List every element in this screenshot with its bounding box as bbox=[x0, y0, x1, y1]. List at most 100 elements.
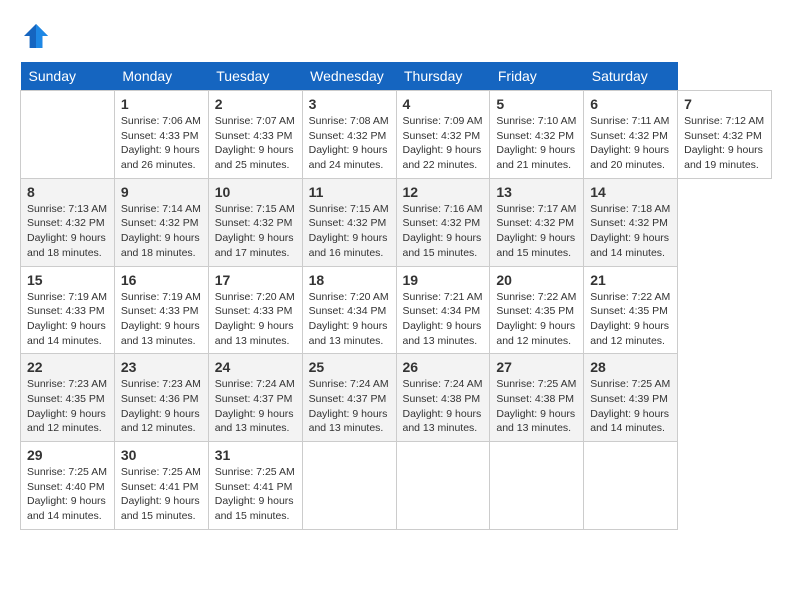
cal-cell: 6Sunrise: 7:11 AMSunset: 4:32 PMDaylight… bbox=[584, 91, 678, 179]
cell-text: Sunrise: 7:13 AMSunset: 4:32 PMDaylight:… bbox=[27, 203, 107, 259]
cell-text: Sunrise: 7:24 AMSunset: 4:37 PMDaylight:… bbox=[215, 378, 295, 434]
day-number: 17 bbox=[215, 272, 296, 288]
cal-cell bbox=[21, 91, 115, 179]
weekday-header-friday: Friday bbox=[490, 62, 584, 91]
cal-cell: 26 Sunrise: 7:24 AMSunset: 4:38 PMDayligh… bbox=[396, 354, 490, 442]
cell-text: Sunrise: 7:25 AMSunset: 4:39 PMDaylight:… bbox=[590, 378, 670, 434]
cal-cell: 10 Sunrise: 7:15 AMSunset: 4:32 PMDayligh… bbox=[208, 178, 302, 266]
day-number: 11 bbox=[309, 184, 390, 200]
cal-cell: 9 Sunrise: 7:14 AMSunset: 4:32 PMDaylight… bbox=[114, 178, 208, 266]
cal-cell bbox=[396, 442, 490, 530]
cal-cell: 1 Sunrise: 7:06 AMSunset: 4:33 PMDaylight… bbox=[114, 91, 208, 179]
weekday-header-saturday: Saturday bbox=[584, 62, 678, 91]
cal-cell: 12 Sunrise: 7:16 AMSunset: 4:32 PMDayligh… bbox=[396, 178, 490, 266]
week-row-4: 29 Sunrise: 7:25 AMSunset: 4:40 PMDayligh… bbox=[21, 442, 772, 530]
day-number: 31 bbox=[215, 447, 296, 463]
day-number: 22 bbox=[27, 359, 108, 375]
cell-text: Sunrise: 7:22 AMSunset: 4:35 PMDaylight:… bbox=[590, 291, 670, 347]
cell-text: Sunrise: 7:08 AMSunset: 4:32 PMDaylight:… bbox=[309, 115, 389, 171]
cal-cell: 23Sunrise: 7:23 AMSunset: 4:36 PMDayligh… bbox=[114, 354, 208, 442]
cal-cell: 31 Sunrise: 7:25 AMSunset: 4:41 PMDayligh… bbox=[208, 442, 302, 530]
cell-text: Sunrise: 7:25 AMSunset: 4:41 PMDaylight:… bbox=[215, 466, 295, 522]
weekday-header-wednesday: Wednesday bbox=[302, 62, 396, 91]
cell-text: Sunrise: 7:14 AMSunset: 4:32 PMDaylight:… bbox=[121, 203, 201, 259]
cal-cell: 27 Sunrise: 7:25 AMSunset: 4:38 PMDayligh… bbox=[490, 354, 584, 442]
day-number: 10 bbox=[215, 184, 296, 200]
cal-cell: 7 Sunrise: 7:12 AMSunset: 4:32 PMDaylight… bbox=[678, 91, 772, 179]
cell-text: Sunrise: 7:07 AMSunset: 4:33 PMDaylight:… bbox=[215, 115, 295, 171]
week-row-1: 8 Sunrise: 7:13 AMSunset: 4:32 PMDaylight… bbox=[21, 178, 772, 266]
cal-cell: 30 Sunrise: 7:25 AMSunset: 4:41 PMDayligh… bbox=[114, 442, 208, 530]
cal-cell: 24 Sunrise: 7:24 AMSunset: 4:37 PMDayligh… bbox=[208, 354, 302, 442]
day-number: 25 bbox=[309, 359, 390, 375]
day-number: 16 bbox=[121, 272, 202, 288]
day-number: 30 bbox=[121, 447, 202, 463]
cal-cell: 8 Sunrise: 7:13 AMSunset: 4:32 PMDaylight… bbox=[21, 178, 115, 266]
cal-cell: 4Sunrise: 7:09 AMSunset: 4:32 PMDaylight… bbox=[396, 91, 490, 179]
day-number: 28 bbox=[590, 359, 671, 375]
week-row-3: 22 Sunrise: 7:23 AMSunset: 4:35 PMDayligh… bbox=[21, 354, 772, 442]
page-header bbox=[20, 20, 772, 52]
day-number: 27 bbox=[496, 359, 577, 375]
day-number: 14 bbox=[590, 184, 671, 200]
weekday-header-tuesday: Tuesday bbox=[208, 62, 302, 91]
cell-text: Sunrise: 7:15 AMSunset: 4:32 PMDaylight:… bbox=[309, 203, 389, 259]
cal-cell: 2Sunrise: 7:07 AMSunset: 4:33 PMDaylight… bbox=[208, 91, 302, 179]
cal-cell bbox=[490, 442, 584, 530]
cal-cell: 21 Sunrise: 7:22 AMSunset: 4:35 PMDayligh… bbox=[584, 266, 678, 354]
cell-text: Sunrise: 7:18 AMSunset: 4:32 PMDaylight:… bbox=[590, 203, 670, 259]
cell-text: Sunrise: 7:15 AMSunset: 4:32 PMDaylight:… bbox=[215, 203, 295, 259]
week-row-2: 15 Sunrise: 7:19 AMSunset: 4:33 PMDayligh… bbox=[21, 266, 772, 354]
cell-text: Sunrise: 7:16 AMSunset: 4:32 PMDaylight:… bbox=[403, 203, 483, 259]
cal-cell: 29 Sunrise: 7:25 AMSunset: 4:40 PMDayligh… bbox=[21, 442, 115, 530]
day-number: 1 bbox=[121, 96, 202, 112]
cal-cell: 18 Sunrise: 7:20 AMSunset: 4:34 PMDayligh… bbox=[302, 266, 396, 354]
cell-text: Sunrise: 7:24 AMSunset: 4:38 PMDaylight:… bbox=[403, 378, 483, 434]
cal-cell: 15 Sunrise: 7:19 AMSunset: 4:33 PMDayligh… bbox=[21, 266, 115, 354]
day-number: 7 bbox=[684, 96, 765, 112]
cal-cell: 17 Sunrise: 7:20 AMSunset: 4:33 PMDayligh… bbox=[208, 266, 302, 354]
day-number: 24 bbox=[215, 359, 296, 375]
day-number: 26 bbox=[403, 359, 484, 375]
cal-cell: 11 Sunrise: 7:15 AMSunset: 4:32 PMDayligh… bbox=[302, 178, 396, 266]
cal-cell: 5Sunrise: 7:10 AMSunset: 4:32 PMDaylight… bbox=[490, 91, 584, 179]
day-number: 9 bbox=[121, 184, 202, 200]
logo-icon bbox=[20, 20, 52, 52]
logo bbox=[20, 20, 56, 52]
day-number: 12 bbox=[403, 184, 484, 200]
cell-text: Sunrise: 7:12 AMSunset: 4:32 PMDaylight:… bbox=[684, 115, 764, 171]
calendar-table: SundayMondayTuesdayWednesdayThursdayFrid… bbox=[20, 62, 772, 530]
day-number: 3 bbox=[309, 96, 390, 112]
cell-text: Sunrise: 7:06 AMSunset: 4:33 PMDaylight:… bbox=[121, 115, 201, 171]
day-number: 18 bbox=[309, 272, 390, 288]
day-number: 21 bbox=[590, 272, 671, 288]
cal-cell bbox=[302, 442, 396, 530]
cell-text: Sunrise: 7:19 AMSunset: 4:33 PMDaylight:… bbox=[27, 291, 107, 347]
cal-cell: 3 Sunrise: 7:08 AMSunset: 4:32 PMDaylight… bbox=[302, 91, 396, 179]
cal-cell: 28 Sunrise: 7:25 AMSunset: 4:39 PMDayligh… bbox=[584, 354, 678, 442]
cell-text: Sunrise: 7:25 AMSunset: 4:38 PMDaylight:… bbox=[496, 378, 576, 434]
weekday-header-monday: Monday bbox=[114, 62, 208, 91]
cell-text: Sunrise: 7:23 AMSunset: 4:36 PMDaylight:… bbox=[121, 378, 201, 434]
cell-text: Sunrise: 7:20 AMSunset: 4:33 PMDaylight:… bbox=[215, 291, 295, 347]
cell-text: Sunrise: 7:23 AMSunset: 4:35 PMDaylight:… bbox=[27, 378, 107, 434]
cal-cell: 25Sunrise: 7:24 AMSunset: 4:37 PMDayligh… bbox=[302, 354, 396, 442]
cell-text: Sunrise: 7:25 AMSunset: 4:41 PMDaylight:… bbox=[121, 466, 201, 522]
cell-text: Sunrise: 7:25 AMSunset: 4:40 PMDaylight:… bbox=[27, 466, 107, 522]
day-number: 19 bbox=[403, 272, 484, 288]
day-number: 6 bbox=[590, 96, 671, 112]
day-number: 20 bbox=[496, 272, 577, 288]
cal-cell: 22 Sunrise: 7:23 AMSunset: 4:35 PMDayligh… bbox=[21, 354, 115, 442]
cell-text: Sunrise: 7:21 AMSunset: 4:34 PMDaylight:… bbox=[403, 291, 483, 347]
day-number: 15 bbox=[27, 272, 108, 288]
day-number: 4 bbox=[403, 96, 484, 112]
cal-cell: 13 Sunrise: 7:17 AMSunset: 4:32 PMDayligh… bbox=[490, 178, 584, 266]
cal-cell bbox=[584, 442, 678, 530]
cell-text: Sunrise: 7:17 AMSunset: 4:32 PMDaylight:… bbox=[496, 203, 576, 259]
cell-text: Sunrise: 7:10 AMSunset: 4:32 PMDaylight:… bbox=[496, 115, 576, 171]
cell-text: Sunrise: 7:20 AMSunset: 4:34 PMDaylight:… bbox=[309, 291, 389, 347]
day-number: 8 bbox=[27, 184, 108, 200]
day-number: 29 bbox=[27, 447, 108, 463]
day-number: 13 bbox=[496, 184, 577, 200]
weekday-header-row: SundayMondayTuesdayWednesdayThursdayFrid… bbox=[21, 62, 772, 91]
